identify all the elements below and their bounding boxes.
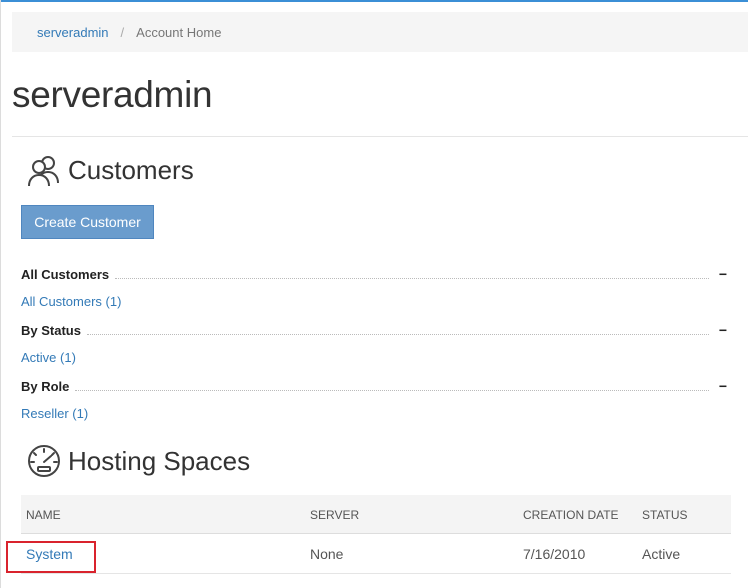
- group-label: By Role: [21, 378, 70, 394]
- dashboard-gauge-icon: [26, 443, 62, 479]
- collapse-toggle[interactable]: −: [717, 378, 727, 394]
- group-by-role: By Role −: [21, 378, 727, 394]
- table-row: System None 7/16/2010 Active: [6, 534, 731, 574]
- hosting-space-server: None: [310, 546, 344, 562]
- group-label: All Customers: [21, 266, 110, 282]
- page-title: serveradmin: [12, 74, 213, 115]
- hosting-spaces-table: NAME SERVER CREATION DATE STATUS System …: [6, 495, 731, 574]
- active-status-link[interactable]: Active (1): [21, 350, 76, 365]
- hosting-spaces-heading-text: Hosting Spaces: [68, 445, 251, 476]
- title-divider: [12, 136, 748, 137]
- create-customer-button[interactable]: Create Customer: [21, 205, 154, 239]
- dotted-leader: [86, 334, 709, 335]
- collapse-toggle[interactable]: −: [717, 266, 727, 282]
- dotted-leader: [75, 390, 709, 391]
- dotted-leader: [115, 278, 709, 279]
- customers-heading-text: Customers: [68, 154, 194, 185]
- hosting-spaces-heading: Hosting Spaces: [26, 443, 250, 479]
- column-header-status[interactable]: STATUS: [642, 508, 688, 522]
- users-icon: [26, 152, 62, 188]
- group-all-customers: All Customers −: [21, 266, 727, 282]
- hosting-space-name-link[interactable]: System: [26, 546, 73, 562]
- column-header-name[interactable]: NAME: [26, 508, 61, 522]
- breadcrumb: serveradmin / Account Home: [12, 12, 748, 52]
- breadcrumb-current: Account Home: [136, 24, 222, 40]
- breadcrumb-home-link[interactable]: serveradmin: [37, 25, 109, 40]
- all-customers-link[interactable]: All Customers (1): [21, 294, 121, 309]
- column-header-server[interactable]: SERVER: [310, 508, 359, 522]
- group-by-status: By Status −: [21, 322, 727, 338]
- hosting-space-creation-date: 7/16/2010: [523, 546, 586, 562]
- customers-heading: Customers: [26, 152, 194, 188]
- reseller-role-link[interactable]: Reseller (1): [21, 406, 88, 421]
- collapse-toggle[interactable]: −: [717, 322, 727, 338]
- left-border: [0, 0, 1, 588]
- hosting-space-status: Active: [642, 546, 681, 562]
- breadcrumb-separator: /: [120, 24, 125, 40]
- group-label: By Status: [21, 322, 81, 338]
- top-accent-bar: [0, 0, 748, 2]
- column-header-creation-date[interactable]: CREATION DATE: [523, 508, 619, 522]
- table-header: NAME SERVER CREATION DATE STATUS: [21, 495, 731, 534]
